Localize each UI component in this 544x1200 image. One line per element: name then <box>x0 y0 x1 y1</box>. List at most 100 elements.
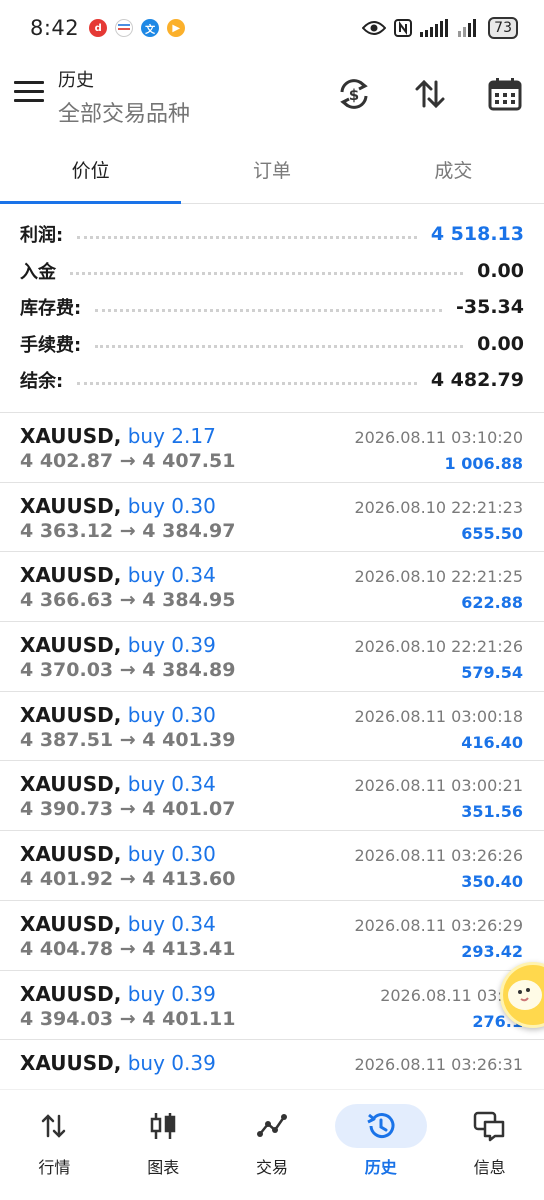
trade-side: buy 2.17 <box>127 424 216 448</box>
svg-text:$: $ <box>349 86 359 104</box>
trade-symbol: XAUUSD, <box>20 563 122 588</box>
calendar-icon <box>488 78 522 111</box>
trade-prices: 4 404.78 → 4 413.41 <box>20 937 236 960</box>
trade-row[interactable]: XAUUSD, buy 0.34 4 390.73 → 4 401.07 202… <box>0 761 544 832</box>
status-bar: 8:42 d 文 ▶ 73 <box>0 0 544 56</box>
nav-charts[interactable]: 图表 <box>109 1090 218 1200</box>
trade-profit: 622.88 <box>461 593 523 613</box>
trade-profit: 351.56 <box>461 802 523 822</box>
nav-trade[interactable]: 交易 <box>218 1090 327 1200</box>
summary-value: 4 518.13 <box>430 223 524 246</box>
hamburger-icon-bar <box>14 90 44 93</box>
summary-label: 库存费: <box>20 298 82 320</box>
summary-panel: 利润: 4 518.13 入金 0.00 库存费: -35.34 手续费: 0.… <box>0 216 544 399</box>
trade-list: XAUUSD, buy 2.17 4 402.87 → 4 407.51 202… <box>0 412 544 1110</box>
trade-side: buy 0.39 <box>127 981 216 1006</box>
nav-label: 图表 <box>147 1158 180 1177</box>
trade-prices: 4 402.87 → 4 407.51 <box>20 450 236 472</box>
summary-row-swap: 库存费: -35.34 <box>0 289 544 326</box>
hamburger-icon-bar <box>14 99 44 102</box>
trade-profit: 655.50 <box>461 523 523 543</box>
tab-deals[interactable]: 成交 <box>363 136 544 203</box>
trade-title: XAUUSD, buy 0.34 <box>20 912 216 936</box>
trade-title: XAUUSD, buy 0.34 <box>20 772 216 796</box>
summary-value: -35.34 <box>456 296 524 319</box>
dotted-leader <box>77 235 417 239</box>
play-notification-icon: ▶ <box>167 19 186 37</box>
app-notification-icon: d <box>89 19 108 37</box>
trade-title: XAUUSD, buy 2.17 <box>20 424 216 448</box>
trade-prices: 4 363.12 → 4 384.97 <box>20 519 236 542</box>
trade-symbol: XAUUSD, <box>20 911 122 936</box>
status-time: 8:42 <box>30 16 80 40</box>
trade-title: XAUUSD, buy 0.39 <box>20 1051 216 1075</box>
trade-symbol: XAUUSD, <box>20 1051 122 1076</box>
trade-symbol: XAUUSD, <box>20 493 122 518</box>
summary-value: 0.00 <box>477 332 524 355</box>
trade-row[interactable]: XAUUSD, buy 0.30 4 387.51 → 4 401.39 202… <box>0 692 544 762</box>
trade-profit: 416.40 <box>461 732 523 752</box>
trade-row[interactable]: XAUUSD, buy 0.39 4 394.03 → 4 401.11 202… <box>0 971 544 1041</box>
summary-row-profit: 利润: 4 518.13 <box>0 216 544 253</box>
candlestick-chart-icon <box>117 1104 209 1148</box>
summary-value: 0.00 <box>477 259 524 282</box>
trade-prices: 4 387.51 → 4 401.39 <box>20 728 236 751</box>
nav-messages[interactable]: 信息 <box>435 1090 544 1200</box>
nav-label: 历史 <box>364 1158 397 1177</box>
dotted-leader <box>70 272 464 276</box>
trade-prices: 4 370.03 → 4 384.89 <box>20 659 236 682</box>
face-icon <box>518 988 530 1002</box>
nfc-icon <box>394 19 413 37</box>
trade-prices: 4 366.63 → 4 384.95 <box>20 589 236 612</box>
currency-sync-button[interactable]: $ <box>334 74 374 114</box>
trade-row[interactable]: XAUUSD, buy 0.39 4 370.03 → 4 384.89 202… <box>0 622 544 692</box>
news-notification-icon <box>115 19 134 37</box>
header-titles: 历史 全部交易品种 <box>58 66 190 128</box>
trade-time: 2026.08.11 03:10:20 <box>354 428 523 447</box>
trade-profit: 350.40 <box>461 872 523 892</box>
calendar-button[interactable] <box>485 74 525 114</box>
chat-notification-icon: 文 <box>141 19 160 37</box>
trade-prices: 4 390.73 → 4 401.07 <box>20 798 236 821</box>
summary-label: 入金 <box>20 261 56 283</box>
trade-row[interactable]: XAUUSD, buy 0.34 4 366.63 → 4 384.95 202… <box>0 552 544 623</box>
trade-row[interactable]: XAUUSD, buy 0.30 4 401.92 → 4 413.60 202… <box>0 831 544 901</box>
trade-side: buy 0.30 <box>127 842 216 867</box>
trade-side: buy 0.34 <box>127 772 216 797</box>
bottom-navigation: 行情 图表 交易 历史 信息 <box>0 1090 544 1200</box>
tab-positions[interactable]: 价位 <box>0 136 182 204</box>
trade-side: buy 0.39 <box>127 633 216 658</box>
menu-button[interactable] <box>14 81 44 105</box>
trade-time: 2026.08.10 22:21:25 <box>354 567 523 587</box>
trade-title: XAUUSD, buy 0.30 <box>20 842 216 866</box>
nav-history[interactable]: 历史 <box>326 1090 435 1200</box>
battery-indicator: 73 <box>488 17 518 39</box>
currency-refresh-icon: $ <box>340 79 368 109</box>
trade-row[interactable]: XAUUSD, buy 2.17 4 402.87 → 4 407.51 202… <box>0 413 544 483</box>
trade-side: buy 0.34 <box>127 563 216 588</box>
trade-row[interactable]: XAUUSD, buy 0.34 4 404.78 → 4 413.41 202… <box>0 901 544 971</box>
trade-symbol: XAUUSD, <box>20 981 122 1006</box>
symbol-filter[interactable]: 全部交易品种 <box>58 96 190 128</box>
history-tabs: 价位 订单 成交 <box>0 136 544 204</box>
trade-title: XAUUSD, buy 0.30 <box>20 494 216 518</box>
notification-icons: d 文 ▶ <box>89 19 186 37</box>
trade-time: 2026.08.11 03:00:21 <box>354 776 523 796</box>
trade-time: 2026.08.10 22:21:26 <box>354 637 523 657</box>
messages-icon <box>444 1104 536 1148</box>
page-title: 历史 <box>58 70 94 91</box>
app-header: 历史 全部交易品种 $ <box>0 56 544 136</box>
sort-button[interactable] <box>410 74 450 114</box>
trade-title: XAUUSD, buy 0.34 <box>20 563 216 587</box>
nav-quotes[interactable]: 行情 <box>0 1090 109 1200</box>
summary-label: 结余: <box>20 371 64 393</box>
signal-1-icon <box>420 19 449 37</box>
assistant-face-icon <box>508 980 542 1010</box>
tab-orders[interactable]: 订单 <box>181 136 362 203</box>
summary-row-deposit: 入金 0.00 <box>0 253 544 290</box>
trade-line-icon <box>226 1104 318 1148</box>
system-icons: 73 <box>362 17 518 39</box>
trade-row[interactable]: XAUUSD, buy 0.30 4 363.12 → 4 384.97 202… <box>0 483 544 553</box>
summary-label: 手续费: <box>20 334 82 356</box>
trade-time: 2026.08.11 03:26:29 <box>354 915 523 935</box>
